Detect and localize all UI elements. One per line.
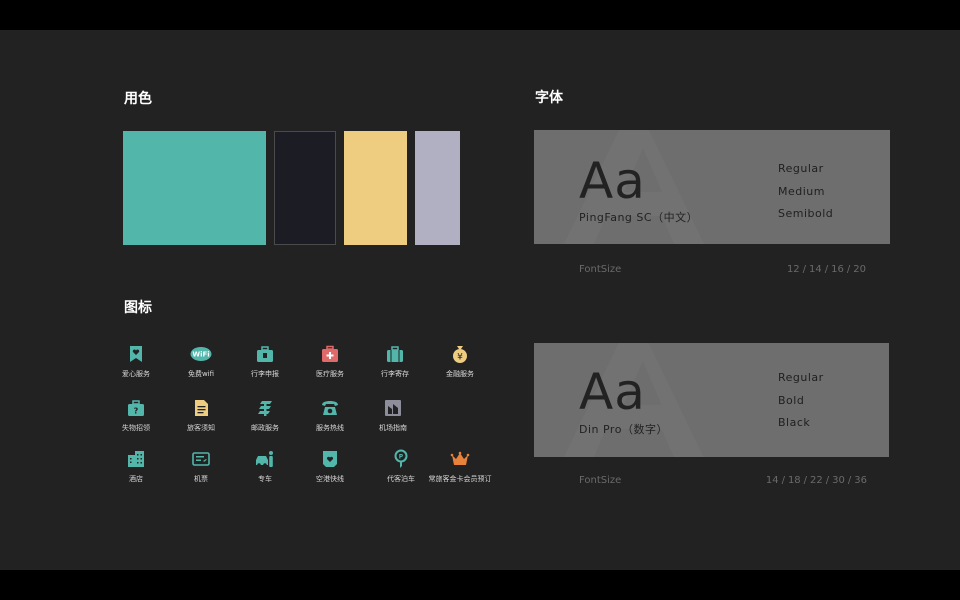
postal-icon	[258, 401, 272, 416]
valet-parking-icon: P	[394, 449, 408, 468]
icon-section-title: 图标	[124, 300, 152, 316]
icon-item-passenger-notice[interactable]: 旅客须知	[166, 398, 236, 433]
icon-item-love-service[interactable]: 爱心服务	[101, 344, 171, 379]
icon-item-service-hotline[interactable]: 服务热线	[295, 398, 365, 433]
icon-label: 专车	[258, 475, 272, 483]
font-weight-item: Medium	[778, 184, 825, 198]
icon-item-free-wifi[interactable]: WiFi 免费wifi	[166, 344, 236, 379]
canvas: 用色 图标 爱心服务 WiFi 免费wifi 行李申报 医疗服务 行李寄存 ¥ …	[0, 30, 960, 570]
luggage-storage-icon	[387, 346, 403, 362]
private-car-icon	[256, 451, 273, 467]
icon-label: 金融服务	[446, 370, 474, 378]
svg-text:P: P	[399, 454, 404, 461]
icon-item-gold-member-booking[interactable]: 常旅客金卡会员预订	[425, 449, 495, 484]
heart-bookmark-icon	[130, 346, 142, 362]
medical-kit-icon	[322, 345, 338, 362]
icon-item-medical-service[interactable]: 医疗服务	[295, 344, 365, 379]
icon-label: 行李寄存	[381, 370, 409, 378]
icon-item-luggage-declare[interactable]: 行李申报	[230, 344, 300, 379]
font-sample: Aa	[579, 152, 646, 210]
font-size-label: FontSize	[579, 475, 622, 486]
icon-label: 机票	[194, 475, 208, 483]
icon-item-lost-found[interactable]: ? 失物招领	[101, 398, 171, 433]
luggage-declare-icon	[257, 346, 273, 362]
money-bag-icon: ¥	[453, 346, 467, 363]
font-size-value: 14	[809, 264, 822, 275]
icon-item-airport-express[interactable]: 空港快线	[295, 449, 365, 484]
icon-label: 爱心服务	[122, 370, 150, 378]
color-swatch-yellow	[344, 131, 407, 245]
font-size-value: 36	[854, 475, 867, 486]
icon-item-luggage-storage[interactable]: 行李寄存	[360, 344, 430, 379]
icon-item-finance-service[interactable]: ¥ 金融服务	[425, 344, 495, 379]
color-section-title: 用色	[124, 91, 152, 107]
airport-bus-icon	[323, 451, 337, 467]
font-size-value: 18	[787, 475, 801, 486]
font-size-list: 12/14/16/20	[786, 264, 866, 275]
icon-label: 空港快线	[316, 475, 344, 483]
font-weight-item: Black	[778, 416, 811, 429]
crown-icon	[450, 451, 470, 465]
font-size-value: 22	[810, 475, 823, 486]
font-size-label: FontSize	[579, 264, 622, 275]
icon-label: 酒店	[129, 475, 143, 483]
color-swatch-teal	[123, 131, 266, 245]
air-ticket-icon	[192, 452, 210, 466]
font-card-pingfang: Aa PingFang SC（中文） Regular Medium Semibo…	[534, 130, 890, 244]
font-size-value: 16	[831, 264, 844, 275]
font-weight-list: Regular Bold Black	[778, 367, 824, 435]
font-section-title: 字体	[535, 90, 563, 106]
icon-item-hotel[interactable]: 酒店	[101, 449, 171, 484]
font-family-name: PingFang SC（中文）	[579, 211, 699, 224]
svg-text:WiFi: WiFi	[192, 351, 209, 359]
icon-item-air-ticket[interactable]: 机票	[166, 449, 236, 484]
font-size-value: 14	[765, 475, 779, 486]
lost-found-icon: ?	[128, 400, 144, 416]
font-weight-list: Regular Medium Semibold	[778, 158, 833, 226]
font-weight-item: Regular	[778, 162, 824, 175]
hotel-building-icon	[128, 451, 144, 467]
color-swatch-dark-navy	[274, 131, 336, 245]
telephone-icon	[322, 401, 338, 415]
icon-label: 旅客须知	[187, 424, 215, 432]
font-size-value: 12	[786, 264, 800, 275]
icon-label: 失物招领	[122, 424, 150, 432]
font-sample: Aa	[579, 363, 646, 421]
font-size-value: 20	[853, 264, 866, 275]
icon-label: 服务热线	[316, 424, 344, 432]
font-size-value: 30	[832, 475, 845, 486]
icon-item-postal-service[interactable]: 邮政服务	[230, 398, 300, 433]
icon-item-private-car[interactable]: 专车	[230, 449, 300, 484]
font-weight-item: Regular	[778, 371, 824, 384]
icon-label: 免费wifi	[187, 370, 215, 378]
svg-text:?: ?	[134, 407, 139, 416]
font-weight-item: Semibold	[778, 207, 834, 220]
notice-document-icon	[195, 400, 208, 416]
airport-guide-icon	[385, 400, 401, 416]
font-size-list: 14/18/22/30/36	[765, 475, 867, 486]
color-swatch-lavender	[415, 131, 460, 245]
font-family-name: Din Pro（数字）	[579, 423, 668, 436]
icon-label: 医疗服务	[316, 370, 344, 378]
svg-text:¥: ¥	[457, 353, 463, 363]
icon-label: 常旅客金卡会员预订	[428, 475, 492, 483]
font-weight-item: Bold	[778, 393, 805, 407]
font-card-din-pro: Aa Din Pro（数字） Regular Bold Black	[534, 343, 889, 457]
wifi-icon: WiFi	[190, 347, 212, 361]
icon-label: 行李申报	[251, 370, 279, 378]
icon-label: 机场指南	[379, 424, 407, 432]
icon-item-airport-guide[interactable]: 机场指南	[358, 398, 428, 433]
icon-label: 邮政服务	[251, 424, 279, 432]
